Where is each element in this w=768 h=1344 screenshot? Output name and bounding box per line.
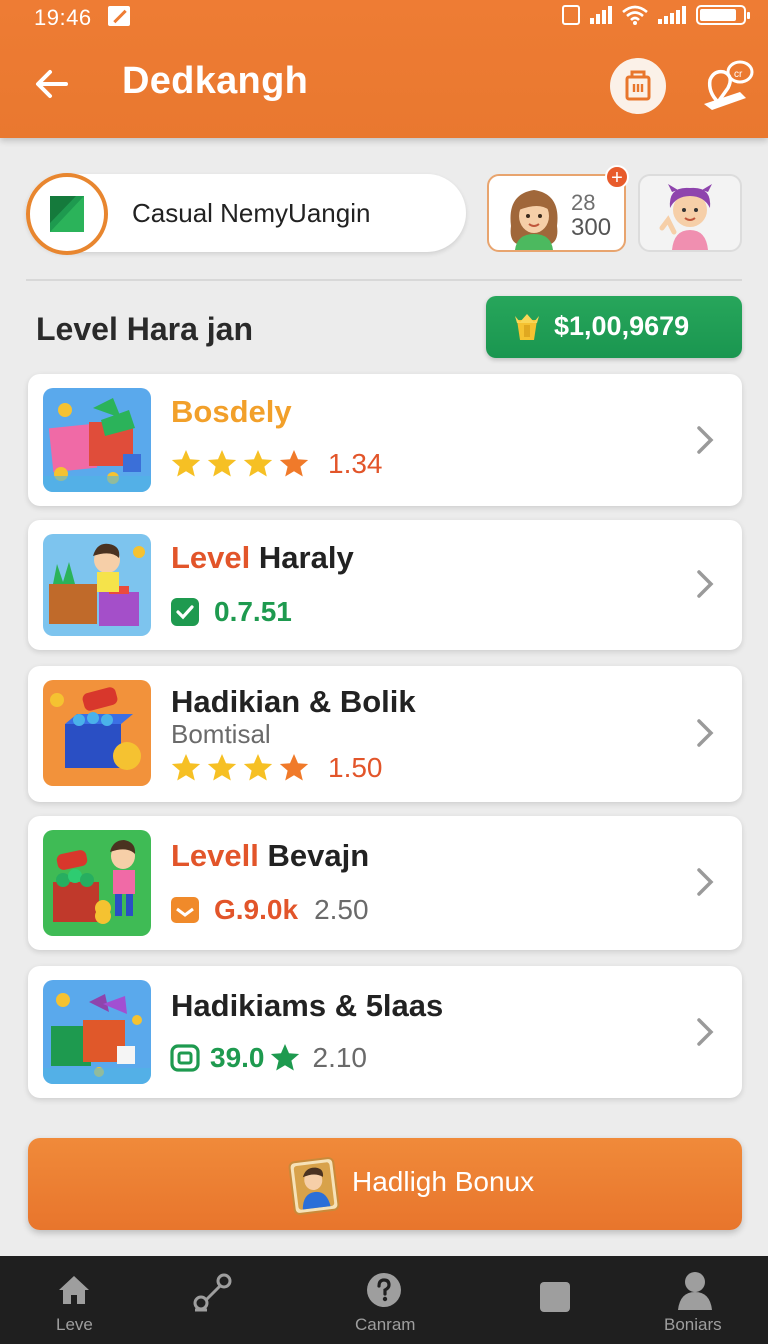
bonus-card-icon	[288, 1157, 340, 1215]
coin-balance: $1,00,9679	[554, 311, 690, 341]
friend-count-top: 28	[571, 190, 596, 215]
divider	[26, 279, 742, 281]
level-title-accent: Level	[171, 540, 251, 575]
nav-label: Leve	[56, 1315, 93, 1334]
star-icon	[207, 450, 237, 477]
nav-label: Boniars	[664, 1315, 722, 1334]
trophy-map-icon[interactable]: cr	[700, 58, 760, 114]
level-card[interactable]: Level Haraly 0.7.51	[28, 520, 742, 650]
nav-item-profile[interactable]: Boniars	[650, 1256, 746, 1344]
nav-label: Canram	[355, 1315, 416, 1334]
back-arrow-icon[interactable]	[30, 62, 74, 106]
home-icon	[59, 1276, 89, 1304]
level-title: Hadikian & Bolik	[171, 684, 416, 719]
profile-card[interactable]: Casual NemyUangin	[26, 173, 466, 255]
level-secondary-value: 2.50	[314, 894, 369, 925]
star-icon	[243, 754, 273, 781]
level-value: 0.7.51	[214, 596, 292, 627]
bonus-label: Hadligh Bonux	[352, 1166, 535, 1197]
battery-icon	[696, 5, 750, 25]
nav-item-route[interactable]	[180, 1256, 250, 1344]
star-icon	[270, 1044, 299, 1071]
girl-avatar	[510, 190, 558, 250]
reward-box-icon	[171, 897, 199, 923]
level-thumbnail	[43, 388, 151, 492]
signal-icon	[590, 6, 612, 24]
route-icon	[193, 1273, 232, 1312]
rating-row: 1.50	[170, 750, 383, 786]
star-icon	[279, 754, 309, 781]
friend-count-bottom: 300	[571, 214, 612, 241]
rating-row: 1.34	[170, 446, 383, 482]
rating-value: 1.34	[328, 448, 383, 479]
shop-button[interactable]	[610, 58, 666, 114]
signal-strength-icon	[658, 6, 686, 24]
level-title: Levell Bevajn	[171, 838, 369, 874]
game-logo-icon	[50, 196, 84, 232]
level-value: G.9.0k	[214, 894, 299, 925]
status-time: 19:46	[34, 5, 92, 30]
level-value: 39.0	[210, 1042, 265, 1073]
character-card[interactable]	[638, 174, 742, 252]
status-bar: 19:46	[0, 0, 768, 34]
level-thumbnail	[43, 830, 151, 936]
app-header: 19:46 Dedkangh cr	[0, 0, 768, 138]
level-card[interactable]: Hadikiams & 5laas 39.0 2.10	[28, 966, 742, 1098]
star-icon	[171, 754, 201, 781]
level-title: Bosdely	[171, 394, 292, 429]
level-thumbnail	[43, 534, 151, 636]
level-thumbnail	[43, 980, 151, 1084]
page-title: Dedkangh	[122, 60, 309, 102]
level-title-rest: Haraly	[258, 540, 354, 575]
boy-avatar	[659, 184, 712, 250]
svg-text:cr: cr	[734, 69, 743, 80]
chevron-right-icon	[697, 426, 714, 454]
level-card[interactable]: Levell Bevajn G.9.0k 2.50	[28, 816, 742, 950]
chevron-right-icon	[697, 1018, 714, 1046]
wifi-icon	[622, 5, 648, 25]
star-icon	[279, 450, 309, 477]
coin-bucket-icon	[515, 314, 539, 340]
level-subtitle: Bomtisal	[171, 719, 271, 749]
value-row: 0.7.51	[170, 594, 292, 630]
edit-notification-icon	[108, 6, 130, 26]
add-friend-badge[interactable]: +	[605, 165, 629, 189]
value-row: 39.0 2.10	[170, 1040, 367, 1076]
profile-name: Casual NemyUangin	[132, 198, 371, 228]
level-title: Hadikiams & 5laas	[171, 988, 444, 1023]
nav-item-level[interactable]: Leve	[30, 1256, 120, 1344]
chevron-right-icon	[697, 719, 714, 747]
level-card[interactable]: Bosdely 1.34	[28, 374, 742, 506]
chevron-right-icon	[697, 570, 714, 598]
level-card[interactable]: Hadikian & Bolik Bomtisal 1.50	[28, 666, 742, 802]
bonus-button[interactable]: Hadligh Bonux	[28, 1138, 742, 1230]
star-icon	[243, 450, 273, 477]
shopping-bag-icon	[625, 70, 651, 101]
coin-balance-button[interactable]: $1,00,9679	[486, 296, 742, 358]
cash-icon	[170, 1044, 200, 1072]
value-row: G.9.0k 2.50	[170, 892, 369, 928]
level-title-accent: Levell	[171, 838, 259, 873]
help-icon	[367, 1273, 401, 1307]
vibrate-icon	[562, 5, 580, 25]
level-title-rest: Bevajn	[267, 838, 370, 873]
nav-item-help[interactable]: Canram	[340, 1256, 430, 1344]
star-icon	[207, 754, 237, 781]
rating-value: 1.50	[328, 752, 383, 783]
friend-card[interactable]: 28 300	[487, 174, 626, 252]
profile-icon	[678, 1272, 712, 1310]
check-icon	[171, 598, 199, 626]
bottom-navigation: Leve Canram Boniars	[0, 1256, 768, 1344]
level-secondary-value: 2.10	[312, 1042, 368, 1073]
star-icon	[171, 450, 201, 477]
chevron-right-icon	[697, 868, 714, 896]
section-title: Level Hara jan	[36, 311, 253, 347]
level-title: Level Haraly	[171, 540, 354, 576]
game-logo	[26, 173, 108, 255]
square-icon	[540, 1282, 570, 1312]
level-thumbnail	[43, 680, 151, 786]
nav-item-square[interactable]	[520, 1256, 590, 1344]
